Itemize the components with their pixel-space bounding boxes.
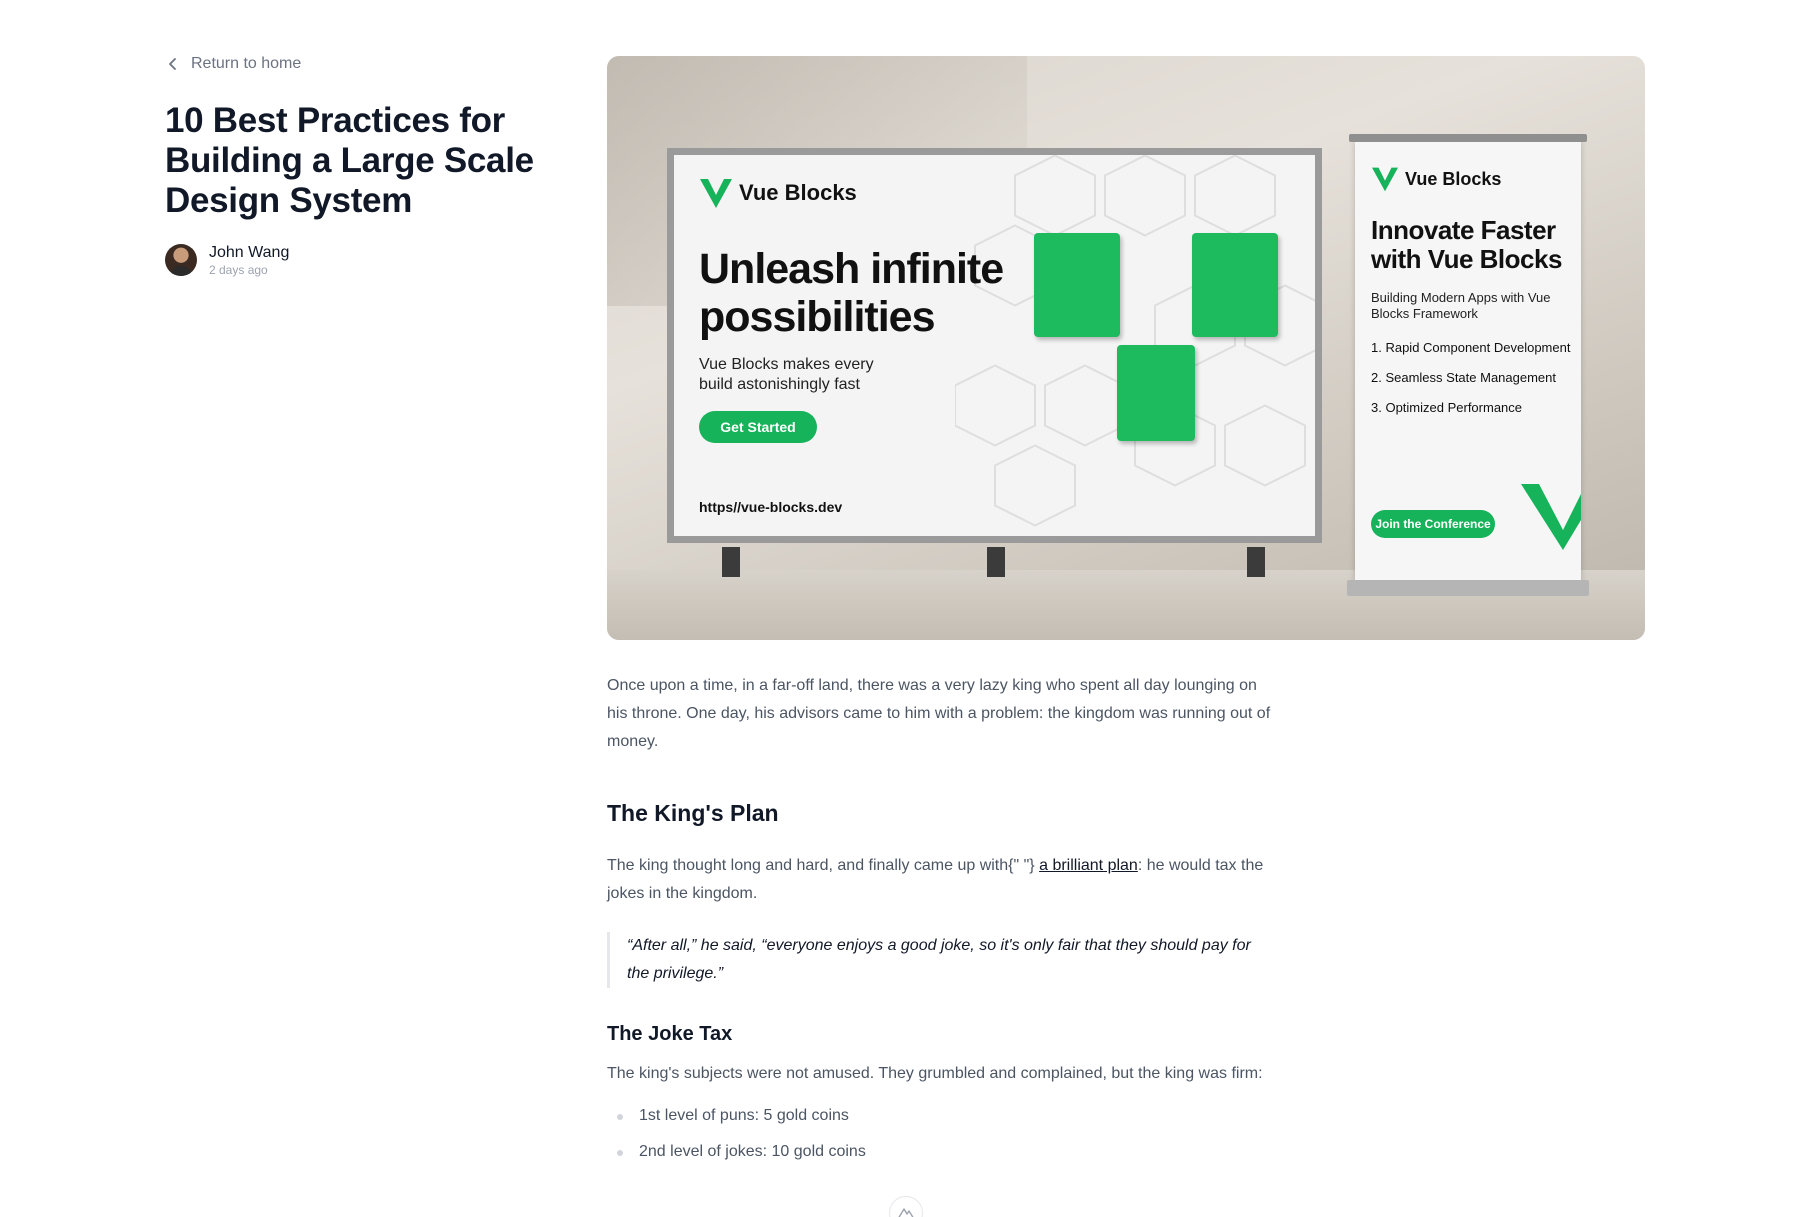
vue-blocks-logo-icon [700, 179, 732, 208]
banner-feature-list: 1. Rapid Component Development 2. Seamle… [1371, 340, 1571, 430]
page-title: 10 Best Practices for Building a Large S… [165, 101, 534, 220]
puzzle-piece [1034, 233, 1120, 337]
author-block: John Wang 2 days ago [165, 243, 545, 277]
banner-brand: Vue Blocks [1371, 166, 1501, 192]
list-item: 2nd level of jokes: 10 gold coins [607, 1140, 1271, 1164]
tax-paragraph: The king's subjects were not amused. The… [607, 1065, 1263, 1082]
billboard-headline: Unleash infinite possibilities [699, 245, 1004, 341]
puzzle-piece [1192, 233, 1278, 337]
banner-feature: 1. Rapid Component Development [1371, 340, 1571, 355]
subsection-heading: The Joke Tax [607, 1023, 733, 1045]
hero-image: Vue Blocks Unleash infinite possibilitie… [607, 56, 1645, 640]
chevron-left-icon [165, 56, 181, 72]
banner-feature: 3. Optimized Performance [1371, 400, 1523, 415]
banner-headline: Innovate Faster with Vue Blocks [1371, 215, 1562, 274]
article-body: Once upon a time, in a far-off land, the… [607, 672, 1271, 1176]
list-item: 1st level of puns: 5 gold coins [607, 1104, 1271, 1128]
section-heading: The King's Plan [607, 800, 779, 826]
return-home-label: Return to home [191, 55, 302, 72]
puzzle-piece [1117, 345, 1195, 441]
banner-subtitle: Building Modern Apps with Vue Blocks Fra… [1371, 290, 1551, 321]
author-name: John Wang [209, 244, 290, 261]
billboard-url: https//vue-blocks.dev [699, 499, 843, 515]
nuxt-mountain-icon [898, 1208, 914, 1217]
return-home-link[interactable]: Return to home [165, 55, 545, 73]
devtools-badge[interactable] [889, 1196, 923, 1217]
avatar [165, 244, 197, 276]
post-header: Return to home 10 Best Practices for Bui… [165, 55, 545, 277]
intro-paragraph: Once upon a time, in a far-off land, the… [607, 677, 1271, 750]
banner-join-conference: Join the Conference [1371, 510, 1495, 538]
rollup-banner: Vue Blocks Innovate Faster with Vue Bloc… [1347, 134, 1589, 596]
tax-list: 1st level of puns: 5 gold coins 2nd leve… [607, 1104, 1271, 1164]
billboard-get-started: Get Started [699, 411, 817, 443]
brilliant-plan-link[interactable]: a brilliant plan [1039, 857, 1138, 874]
king-quote: “After all,” he said, “everyone enjoys a… [607, 932, 1271, 988]
vue-blocks-logo-icon [1372, 167, 1398, 192]
billboard-subtitle: Vue Blocks makes every build astonishing… [699, 356, 874, 393]
banner-feature: 2. Seamless State Management [1371, 370, 1556, 385]
billboard: Vue Blocks Unleash infinite possibilitie… [667, 148, 1322, 577]
billboard-brand: Vue Blocks [699, 177, 857, 209]
plan-paragraph: The king thought long and hard, and fina… [607, 857, 1264, 902]
post-timestamp: 2 days ago [209, 263, 268, 277]
vue-blocks-logo-icon [1521, 484, 1581, 550]
